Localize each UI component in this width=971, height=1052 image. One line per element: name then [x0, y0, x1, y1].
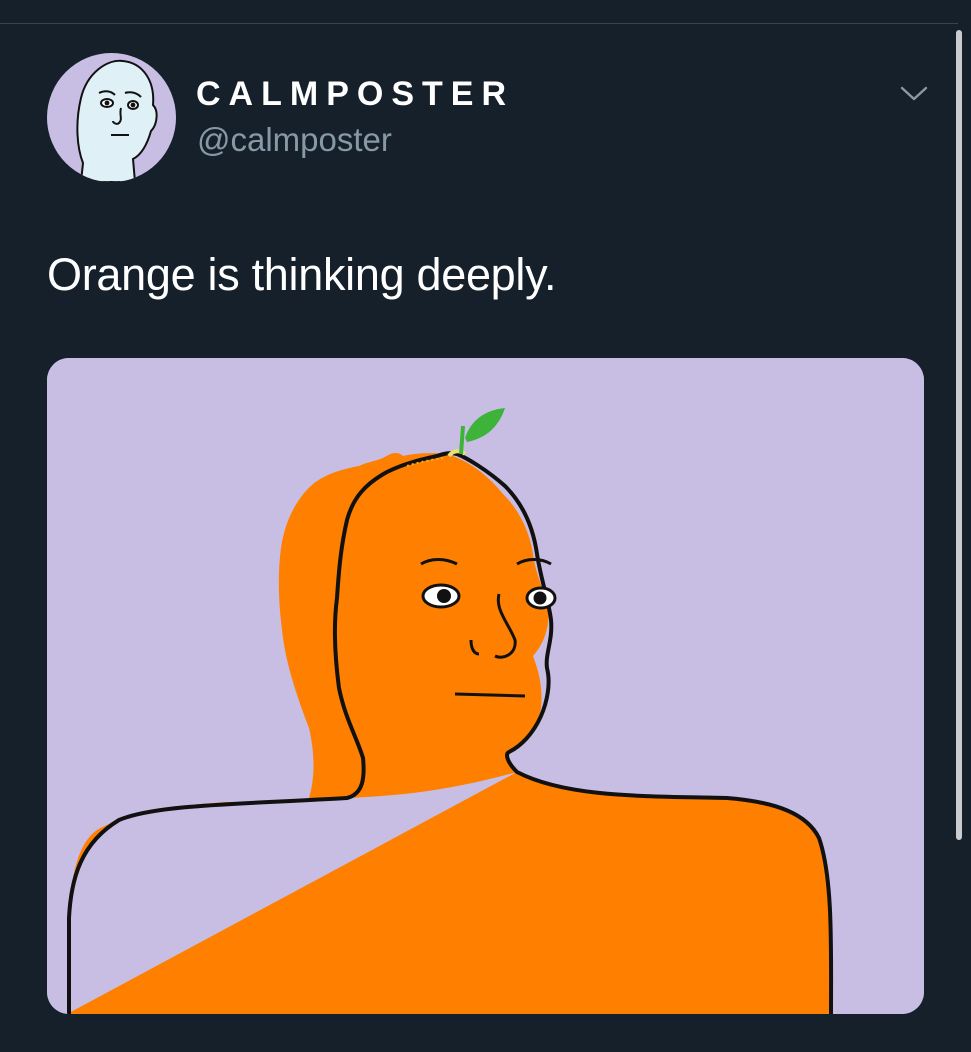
- chevron-down-icon[interactable]: [896, 78, 932, 108]
- divider: [0, 23, 958, 24]
- wojak-avatar-icon: [47, 53, 176, 182]
- scrollbar[interactable]: [956, 30, 962, 840]
- user-handle[interactable]: @calmposter: [197, 120, 392, 160]
- tweet-view: CALMPOSTER @calmposter Orange is thinkin…: [0, 0, 971, 1052]
- tweet-text: Orange is thinking deeply.: [47, 249, 557, 300]
- display-name[interactable]: CALMPOSTER: [196, 74, 514, 114]
- orange-wojak-illustration: [47, 358, 924, 1014]
- tweet-media-image[interactable]: [47, 358, 924, 1014]
- avatar[interactable]: [47, 53, 176, 182]
